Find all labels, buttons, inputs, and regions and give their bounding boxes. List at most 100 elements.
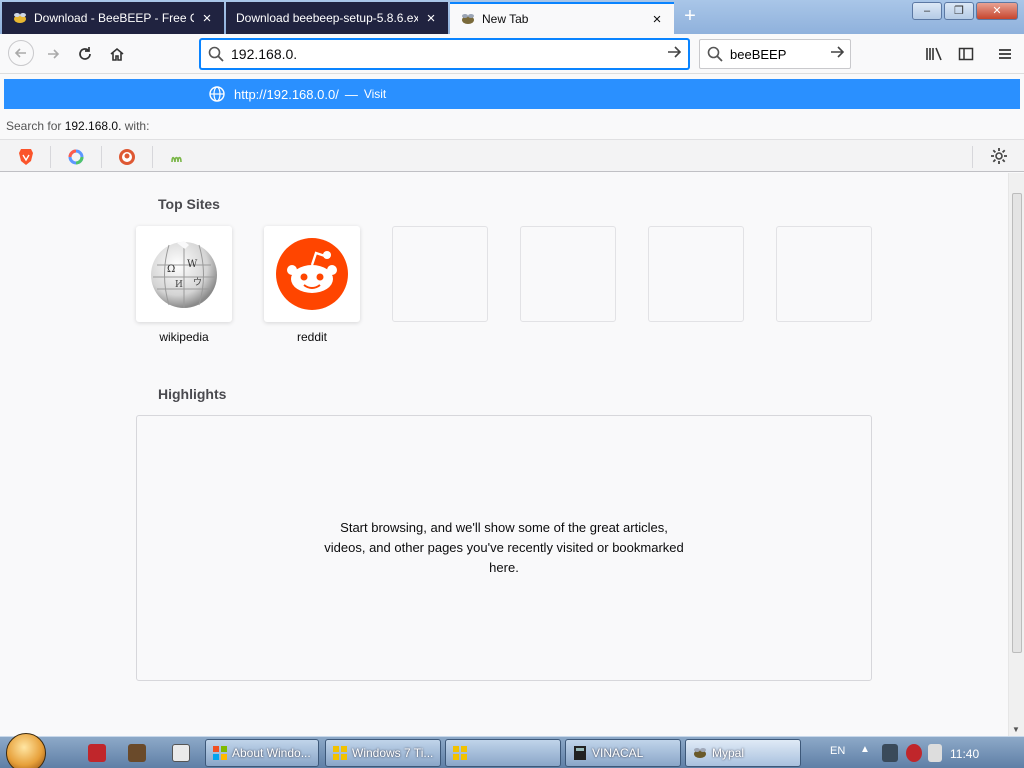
new-tab-button[interactable]: +: [678, 6, 702, 28]
brave-engine-button[interactable]: [15, 146, 37, 168]
top-site-label: wikipedia: [159, 330, 209, 344]
duckduckgo-icon: [119, 149, 135, 165]
suggestion-url: http://192.168.0.0/: [234, 86, 339, 102]
top-site-empty-slot[interactable]: [520, 226, 616, 322]
back-arrow-icon: [14, 48, 26, 58]
highlights-title: Highlights: [158, 386, 227, 402]
volume-icon[interactable]: [928, 744, 942, 762]
top-site-reddit[interactable]: [264, 226, 360, 322]
new-tab-page: Top Sites Ω W И ウ wikipedia reddit Highl…: [0, 173, 1008, 736]
one-off-search-engines: [0, 139, 1024, 172]
network-icon[interactable]: [882, 744, 898, 762]
taskbar-button-label: VINACAL: [592, 746, 644, 760]
search-settings-button[interactable]: [990, 147, 1008, 170]
close-window-button[interactable]: ✕: [976, 2, 1018, 20]
search-icon: [201, 46, 231, 62]
taskbar-button-explorer[interactable]: [445, 739, 561, 767]
windows-flag-icon: [213, 746, 227, 760]
svg-text:ウ: ウ: [193, 277, 202, 288]
engine-separator: [972, 146, 973, 168]
tab-title: Download beebeep-setup-5.8.6.exe: [236, 11, 418, 25]
reload-icon: [79, 47, 91, 60]
wikipedia-globe-icon: Ω W И ウ: [151, 241, 217, 308]
show-hidden-icons-icon[interactable]: ▲: [860, 744, 870, 762]
engine-separator: [50, 146, 51, 168]
engine-separator: [152, 146, 153, 168]
library-button[interactable]: [922, 42, 946, 66]
start-button[interactable]: [6, 733, 46, 768]
minimize-button[interactable]: –: [912, 2, 942, 20]
scrollbar-thumb[interactable]: [1012, 193, 1022, 653]
tab-strip: Download - BeeBEEP - Free Offi × Downloa…: [0, 0, 1024, 34]
search-for-prefix: Search for: [6, 119, 62, 133]
navigation-toolbar: [0, 34, 1024, 74]
search-for-term: 192.168.0.: [64, 119, 122, 133]
taskbar-button-mypal[interactable]: Mypal: [685, 739, 801, 767]
scroll-down-arrow-icon[interactable]: ▼: [1012, 725, 1020, 734]
qwant-engine-button[interactable]: [65, 146, 87, 168]
mojeek-engine-button[interactable]: [167, 146, 189, 168]
search-bar[interactable]: [699, 39, 851, 69]
quicklaunch-app-icon[interactable]: [88, 744, 106, 762]
search-input[interactable]: [730, 46, 824, 62]
beebeep-icon: [462, 14, 474, 24]
vertical-scrollbar[interactable]: ▼: [1008, 173, 1024, 736]
url-input[interactable]: [231, 46, 660, 62]
top-sites-title: Top Sites: [158, 196, 220, 212]
top-site-wikipedia[interactable]: Ω W И ウ: [136, 226, 232, 322]
top-site-empty-slot[interactable]: [648, 226, 744, 322]
engine-separator: [101, 146, 102, 168]
windows-flag-icon: [453, 746, 467, 760]
reload-button[interactable]: [73, 42, 97, 66]
go-arrow-icon[interactable]: [660, 44, 688, 65]
globe-icon: [209, 86, 225, 102]
window-controls: – ❐ ✕: [912, 2, 1018, 20]
suggestion-separator: —: [344, 86, 358, 102]
home-button[interactable]: [105, 42, 129, 66]
svg-text:И: И: [175, 280, 183, 290]
autocomplete-suggestion[interactable]: http://192.168.0.0/ — Visit: [4, 79, 1020, 109]
url-bar[interactable]: [200, 39, 689, 69]
library-icon: [926, 47, 942, 61]
gear-icon: [991, 148, 1007, 164]
tab-title: New Tab: [482, 12, 529, 26]
reddit-alien-icon: [276, 238, 348, 310]
suggestion-action: Visit: [363, 87, 387, 101]
quicklaunch-mypal-icon[interactable]: [128, 744, 146, 762]
forward-button[interactable]: [41, 42, 65, 66]
menu-button[interactable]: [993, 42, 1017, 66]
top-site-empty-slot[interactable]: [776, 226, 872, 322]
sidebar-button[interactable]: [954, 42, 978, 66]
beebeep-icon: [14, 13, 26, 23]
go-arrow-icon[interactable]: [824, 44, 850, 65]
top-site-label: reddit: [296, 330, 328, 344]
windows-flag-icon: [333, 746, 347, 760]
top-site-empty-slot[interactable]: [392, 226, 488, 322]
system-clock[interactable]: 11:40: [950, 747, 979, 761]
tab-close-icon[interactable]: ×: [200, 10, 214, 27]
qwant-icon: [68, 149, 84, 165]
tab-close-icon[interactable]: ×: [424, 10, 438, 27]
duckduckgo-engine-button[interactable]: [116, 146, 138, 168]
search-for-suffix: with:: [124, 119, 150, 133]
maximize-button[interactable]: ❐: [944, 2, 974, 20]
mojeek-icon: [171, 156, 182, 163]
tab-download-beebeep[interactable]: Download - BeeBEEP - Free Offi ×: [2, 2, 224, 34]
highlights-empty-state: Start browsing, and we'll show some of t…: [136, 415, 872, 681]
taskbar-button-windows7[interactable]: Windows 7 Ti...: [325, 739, 441, 767]
tab-new-tab[interactable]: New Tab ×: [450, 2, 674, 34]
calculator-icon: [574, 746, 586, 760]
tab-close-icon[interactable]: ×: [650, 11, 664, 28]
security-tray-icon[interactable]: [906, 744, 922, 762]
taskbar-button-about-windows[interactable]: About Windo...: [205, 739, 319, 767]
back-button[interactable]: [8, 40, 34, 66]
hamburger-menu-icon: [999, 49, 1011, 59]
tab-download-setup[interactable]: Download beebeep-setup-5.8.6.exe ×: [226, 2, 448, 34]
quicklaunch-media-icon[interactable]: [172, 744, 190, 762]
sidebar-icon: [958, 47, 974, 61]
forward-arrow-icon: [48, 49, 60, 59]
mypal-icon: [694, 748, 706, 758]
language-indicator[interactable]: EN: [830, 745, 845, 757]
svg-text:W: W: [187, 259, 198, 270]
taskbar-button-vinacal[interactable]: VINACAL: [565, 739, 681, 767]
